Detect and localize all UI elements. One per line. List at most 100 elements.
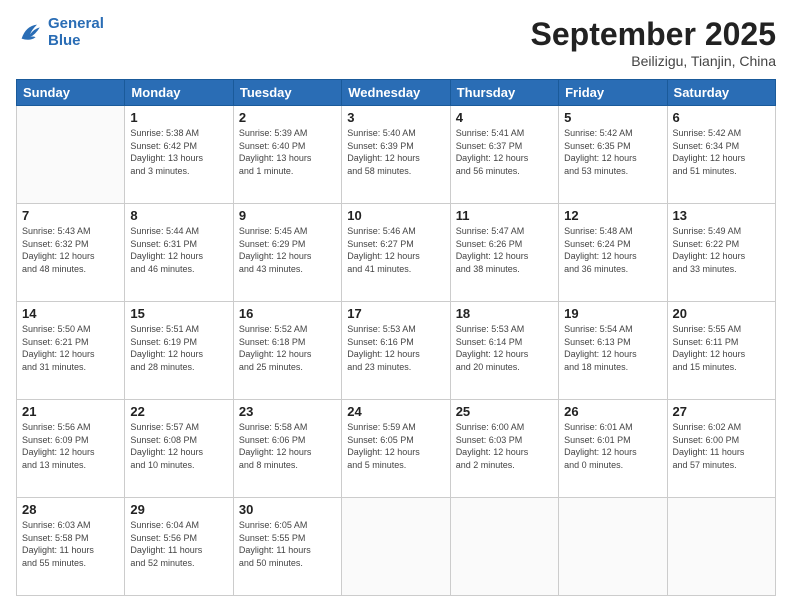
header-thursday: Thursday <box>450 80 558 106</box>
day-number: 8 <box>130 208 227 223</box>
calendar-table: Sunday Monday Tuesday Wednesday Thursday… <box>16 79 776 596</box>
day-number: 15 <box>130 306 227 321</box>
day-number: 12 <box>564 208 661 223</box>
day-number: 14 <box>22 306 119 321</box>
day-number: 23 <box>239 404 336 419</box>
week-row-4: 21Sunrise: 5:56 AM Sunset: 6:09 PM Dayli… <box>17 400 776 498</box>
day-info: Sunrise: 6:02 AM Sunset: 6:00 PM Dayligh… <box>673 421 770 471</box>
day-number: 19 <box>564 306 661 321</box>
week-row-2: 7Sunrise: 5:43 AM Sunset: 6:32 PM Daylig… <box>17 204 776 302</box>
day-number: 10 <box>347 208 444 223</box>
calendar-cell: 11Sunrise: 5:47 AM Sunset: 6:26 PM Dayli… <box>450 204 558 302</box>
day-number: 22 <box>130 404 227 419</box>
day-number: 2 <box>239 110 336 125</box>
day-info: Sunrise: 5:45 AM Sunset: 6:29 PM Dayligh… <box>239 225 336 275</box>
day-number: 27 <box>673 404 770 419</box>
day-number: 4 <box>456 110 553 125</box>
calendar-cell <box>450 498 558 596</box>
calendar-cell: 13Sunrise: 5:49 AM Sunset: 6:22 PM Dayli… <box>667 204 775 302</box>
logo: General Blue <box>16 16 104 49</box>
calendar-cell: 3Sunrise: 5:40 AM Sunset: 6:39 PM Daylig… <box>342 106 450 204</box>
calendar-cell <box>559 498 667 596</box>
week-row-5: 28 Sunrise: 6:03 AM Sunset: 5:58 PM Dayli… <box>17 498 776 596</box>
day-number: 1 <box>130 110 227 125</box>
day-number: 29 <box>130 502 227 517</box>
day-info: Sunrise: 5:55 AM Sunset: 6:11 PM Dayligh… <box>673 323 770 373</box>
day-info: Sunrise: 5:42 AM Sunset: 6:34 PM Dayligh… <box>673 127 770 177</box>
calendar-cell: 6Sunrise: 5:42 AM Sunset: 6:34 PM Daylig… <box>667 106 775 204</box>
day-info: Sunrise: 6:03 AM Sunset: 5:58 PM Dayligh… <box>22 519 119 569</box>
calendar-cell: 25 Sunrise: 6:00 AM Sunset: 6:03 PM Dayli… <box>450 400 558 498</box>
calendar-cell: 26 Sunrise: 6:01 AM Sunset: 6:01 PM Dayli… <box>559 400 667 498</box>
day-info: Sunrise: 5:54 AM Sunset: 6:13 PM Dayligh… <box>564 323 661 373</box>
logo-icon <box>16 19 44 47</box>
day-info: Sunrise: 6:01 AM Sunset: 6:01 PM Dayligh… <box>564 421 661 471</box>
calendar-cell: 10Sunrise: 5:46 AM Sunset: 6:27 PM Dayli… <box>342 204 450 302</box>
calendar-cell: 15 Sunrise: 5:51 AM Sunset: 6:19 PM Dayli… <box>125 302 233 400</box>
day-info: Sunrise: 5:39 AM Sunset: 6:40 PM Dayligh… <box>239 127 336 177</box>
day-number: 18 <box>456 306 553 321</box>
day-info: Sunrise: 5:53 AM Sunset: 6:14 PM Dayligh… <box>456 323 553 373</box>
calendar-cell <box>17 106 125 204</box>
day-number: 5 <box>564 110 661 125</box>
week-row-1: 1Sunrise: 5:38 AM Sunset: 6:42 PM Daylig… <box>17 106 776 204</box>
day-number: 21 <box>22 404 119 419</box>
calendar-cell: 12 Sunrise: 5:48 AM Sunset: 6:24 PM Dayli… <box>559 204 667 302</box>
day-info: Sunrise: 5:44 AM Sunset: 6:31 PM Dayligh… <box>130 225 227 275</box>
month-title: September 2025 <box>531 16 776 53</box>
calendar-cell: 24 Sunrise: 5:59 AM Sunset: 6:05 PM Dayli… <box>342 400 450 498</box>
calendar-cell: 20 Sunrise: 5:55 AM Sunset: 6:11 PM Dayli… <box>667 302 775 400</box>
day-info: Sunrise: 5:53 AM Sunset: 6:16 PM Dayligh… <box>347 323 444 373</box>
header-monday: Monday <box>125 80 233 106</box>
calendar-cell: 29 Sunrise: 6:04 AM Sunset: 5:56 PM Dayli… <box>125 498 233 596</box>
day-info: Sunrise: 6:00 AM Sunset: 6:03 PM Dayligh… <box>456 421 553 471</box>
day-number: 28 <box>22 502 119 517</box>
calendar-page: General Blue September 2025 Beilizigu, T… <box>0 0 792 612</box>
header: General Blue September 2025 Beilizigu, T… <box>16 16 776 69</box>
day-info: Sunrise: 5:41 AM Sunset: 6:37 PM Dayligh… <box>456 127 553 177</box>
day-info: Sunrise: 5:59 AM Sunset: 6:05 PM Dayligh… <box>347 421 444 471</box>
calendar-cell: 8 Sunrise: 5:44 AM Sunset: 6:31 PM Daylig… <box>125 204 233 302</box>
day-info: Sunrise: 5:57 AM Sunset: 6:08 PM Dayligh… <box>130 421 227 471</box>
day-info: Sunrise: 5:48 AM Sunset: 6:24 PM Dayligh… <box>564 225 661 275</box>
day-number: 26 <box>564 404 661 419</box>
header-tuesday: Tuesday <box>233 80 341 106</box>
day-number: 30 <box>239 502 336 517</box>
day-info: Sunrise: 5:42 AM Sunset: 6:35 PM Dayligh… <box>564 127 661 177</box>
calendar-cell: 27 Sunrise: 6:02 AM Sunset: 6:00 PM Dayli… <box>667 400 775 498</box>
calendar-cell: 17 Sunrise: 5:53 AM Sunset: 6:16 PM Dayli… <box>342 302 450 400</box>
calendar-cell <box>667 498 775 596</box>
day-number: 25 <box>456 404 553 419</box>
calendar-cell: 18 Sunrise: 5:53 AM Sunset: 6:14 PM Dayli… <box>450 302 558 400</box>
calendar-cell: 16Sunrise: 5:52 AM Sunset: 6:18 PM Dayli… <box>233 302 341 400</box>
day-info: Sunrise: 6:04 AM Sunset: 5:56 PM Dayligh… <box>130 519 227 569</box>
logo-text: General Blue <box>48 16 104 49</box>
calendar-cell: 4 Sunrise: 5:41 AM Sunset: 6:37 PM Daylig… <box>450 106 558 204</box>
header-friday: Friday <box>559 80 667 106</box>
calendar-cell: 1Sunrise: 5:38 AM Sunset: 6:42 PM Daylig… <box>125 106 233 204</box>
title-section: September 2025 Beilizigu, Tianjin, China <box>531 16 776 69</box>
day-info: Sunrise: 5:43 AM Sunset: 6:32 PM Dayligh… <box>22 225 119 275</box>
calendar-cell: 22 Sunrise: 5:57 AM Sunset: 6:08 PM Dayli… <box>125 400 233 498</box>
day-info: Sunrise: 5:58 AM Sunset: 6:06 PM Dayligh… <box>239 421 336 471</box>
day-number: 24 <box>347 404 444 419</box>
calendar-cell <box>342 498 450 596</box>
day-number: 16 <box>239 306 336 321</box>
calendar-cell: 7Sunrise: 5:43 AM Sunset: 6:32 PM Daylig… <box>17 204 125 302</box>
header-sunday: Sunday <box>17 80 125 106</box>
calendar-cell: 30Sunrise: 6:05 AM Sunset: 5:55 PM Dayli… <box>233 498 341 596</box>
day-info: Sunrise: 5:47 AM Sunset: 6:26 PM Dayligh… <box>456 225 553 275</box>
week-row-3: 14 Sunrise: 5:50 AM Sunset: 6:21 PM Dayli… <box>17 302 776 400</box>
calendar-cell: 9 Sunrise: 5:45 AM Sunset: 6:29 PM Daylig… <box>233 204 341 302</box>
day-info: Sunrise: 5:51 AM Sunset: 6:19 PM Dayligh… <box>130 323 227 373</box>
calendar-cell: 23 Sunrise: 5:58 AM Sunset: 6:06 PM Dayli… <box>233 400 341 498</box>
day-info: Sunrise: 5:50 AM Sunset: 6:21 PM Dayligh… <box>22 323 119 373</box>
calendar-cell: 5 Sunrise: 5:42 AM Sunset: 6:35 PM Daylig… <box>559 106 667 204</box>
calendar-cell: 14 Sunrise: 5:50 AM Sunset: 6:21 PM Dayli… <box>17 302 125 400</box>
location: Beilizigu, Tianjin, China <box>531 53 776 69</box>
day-number: 20 <box>673 306 770 321</box>
day-number: 13 <box>673 208 770 223</box>
calendar-cell: 19 Sunrise: 5:54 AM Sunset: 6:13 PM Dayli… <box>559 302 667 400</box>
day-number: 9 <box>239 208 336 223</box>
day-number: 17 <box>347 306 444 321</box>
